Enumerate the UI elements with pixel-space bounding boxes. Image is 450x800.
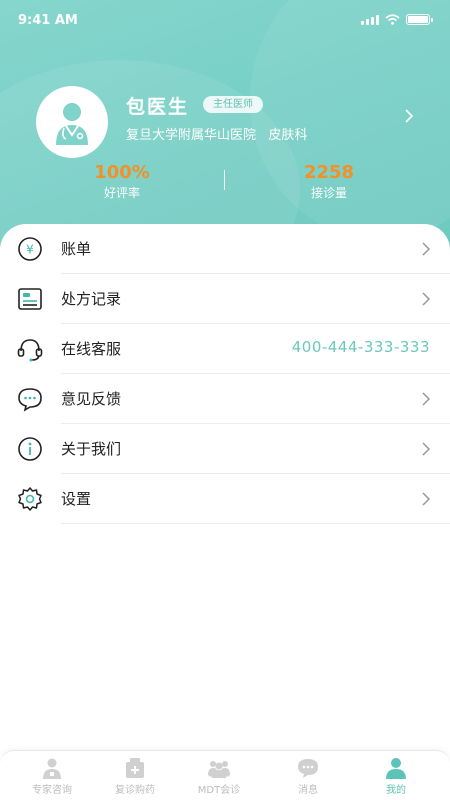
stat-rating-value: 100% (94, 162, 150, 183)
tab-my-profile[interactable]: 我的 (351, 757, 441, 796)
menu-item-customer-service[interactable]: 在线客服 400-444-333-333 (0, 324, 450, 374)
menu-item-feedback[interactable]: 意见反馈 (0, 374, 450, 424)
stat-consultations-value: 2258 (303, 162, 355, 183)
divider (61, 523, 450, 524)
tab-label: MDT会诊 (197, 785, 241, 796)
stat-rating: 100% 好评率 (62, 162, 182, 201)
tab-follow-up-medicine[interactable]: 复诊购药 (90, 757, 180, 796)
menu-item-about-us[interactable]: 关于我们 (0, 424, 450, 474)
chevron-right-icon (422, 492, 431, 506)
headset-icon (17, 339, 43, 362)
tab-expert-consult[interactable]: 专家咨询 (7, 757, 97, 796)
stat-rating-label: 好评率 (103, 186, 140, 200)
tab-label: 复诊购药 (115, 785, 155, 796)
menu-item-label: 在线客服 (61, 340, 122, 358)
tab-label: 专家咨询 (32, 785, 72, 796)
stat-divider (224, 170, 225, 190)
chevron-right-icon (422, 392, 431, 406)
group-icon (208, 761, 230, 778)
tab-label: 我的 (386, 785, 406, 796)
bottom-tab-bar: 专家咨询 复诊购药 MDT会诊 消息 我的 (0, 750, 450, 800)
menu-item-label: 账单 (61, 240, 92, 258)
chat-bubble-icon (18, 388, 42, 412)
signal-icon (361, 14, 379, 25)
tab-messages[interactable]: 消息 (263, 757, 353, 796)
menu-item-label: 设置 (61, 490, 92, 508)
doctor-title-badge: 主任医师 (203, 96, 263, 113)
service-phone-number[interactable]: 400-444-333-333 (292, 338, 430, 356)
profile-chevron-right-icon[interactable] (402, 107, 416, 125)
user-icon (386, 758, 406, 779)
doctor-avatar[interactable] (36, 86, 108, 158)
info-circle-icon (18, 437, 42, 461)
menu-item-label: 处方记录 (61, 290, 122, 308)
chevron-right-icon (422, 242, 431, 256)
prescription-icon (18, 288, 42, 310)
medicine-box-icon (126, 758, 144, 778)
menu-item-label: 意见反馈 (61, 390, 122, 408)
tab-mdt-consultation[interactable]: MDT会诊 (174, 757, 264, 796)
menu-card: ¥ 账单 处方记录 在线客服 400-444-333-333 意见反馈 关于我们… (0, 224, 450, 764)
menu-item-bill[interactable]: ¥ 账单 (0, 224, 450, 274)
doctor-icon (43, 758, 61, 779)
chevron-right-icon (422, 292, 431, 306)
battery-icon (406, 14, 433, 25)
status-time: 9:41 AM (18, 13, 78, 28)
doctor-name: 包医生 (126, 96, 190, 118)
menu-item-label: 关于我们 (61, 440, 122, 458)
menu-item-settings[interactable]: 设置 (0, 474, 450, 524)
menu-item-prescriptions[interactable]: 处方记录 (0, 274, 450, 324)
message-icon (298, 759, 318, 778)
svg-text:¥: ¥ (26, 243, 34, 257)
status-bar: 9:41 AM (0, 0, 450, 44)
stat-consultations-label: 接诊量 (310, 186, 347, 200)
doctor-avatar-icon (56, 103, 88, 145)
yen-circle-icon: ¥ (18, 237, 42, 261)
doctor-hospital: 复旦大学附属华山医院 皮肤科 (126, 128, 308, 143)
wifi-icon (385, 14, 400, 25)
tab-label: 消息 (298, 785, 318, 796)
gear-icon (18, 487, 42, 511)
stat-consultations: 2258 接诊量 (269, 162, 389, 201)
chevron-right-icon (422, 442, 431, 456)
status-icons (361, 14, 433, 25)
